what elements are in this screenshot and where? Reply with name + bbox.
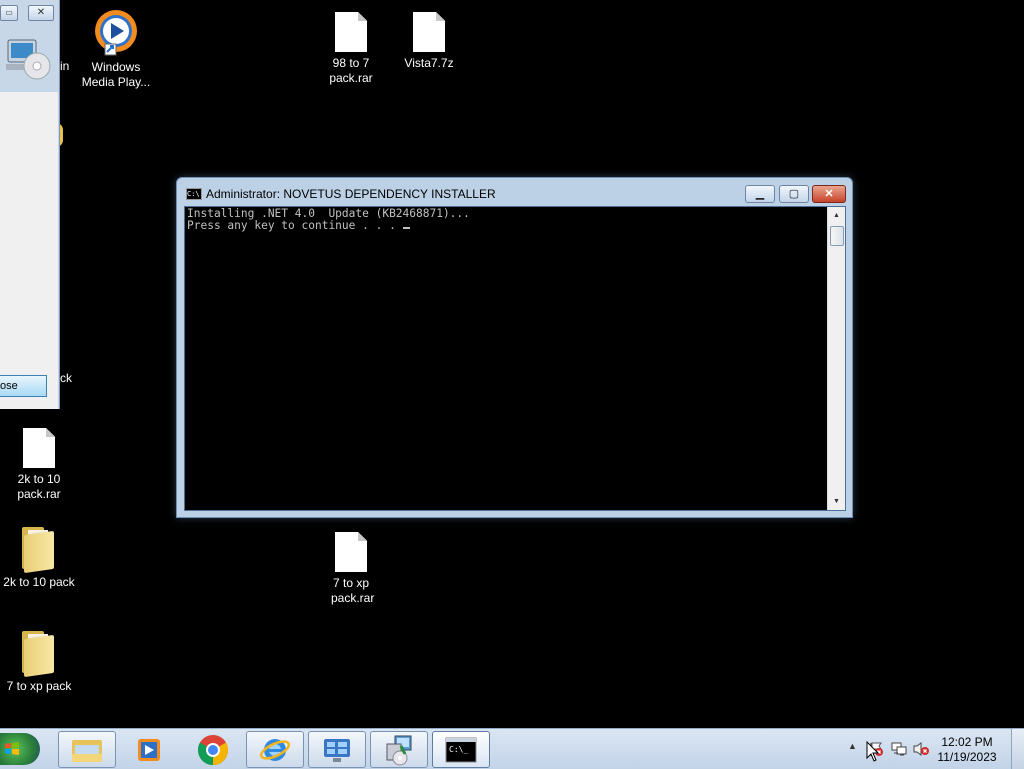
- close-button[interactable]: ose: [0, 375, 47, 397]
- file-icon: [335, 12, 367, 52]
- vertical-scrollbar[interactable]: ▲ ▼: [827, 207, 845, 510]
- file-icon: [335, 532, 367, 572]
- folder-icon: [22, 631, 56, 678]
- taskbar-item-internet-explorer[interactable]: [246, 731, 304, 768]
- scroll-down-arrow-icon[interactable]: ▼: [828, 493, 845, 510]
- desktop-icon-label: 7 to xp pack: [6, 679, 72, 693]
- desktop-icon-2k-to-10-pack[interactable]: 2k to 10 pack: [1, 527, 77, 590]
- start-button[interactable]: [0, 733, 40, 765]
- clock-date: 11/19/2023: [937, 750, 997, 764]
- network-icon[interactable]: [890, 741, 908, 757]
- disc-drive-icon: [6, 39, 51, 80]
- maximize-icon: ▢: [788, 188, 800, 200]
- console-window[interactable]: C:\ Administrator: NOVETUS DEPENDENCY IN…: [176, 177, 853, 518]
- desktop-icon-label: 2k to 10 pack: [3, 575, 75, 589]
- scrollbar-thumb[interactable]: [830, 226, 844, 246]
- taskbar-item-control-panel[interactable]: [308, 731, 366, 768]
- command-prompt-icon: C:\_: [445, 737, 477, 762]
- installer-icon: [386, 735, 412, 765]
- desktop-icon-label: 2k to 10 pack.rar: [17, 472, 61, 501]
- desktop-icon-label: 7 to xp pack.rar: [331, 576, 375, 605]
- console-line: Press any key to continue . . .: [187, 219, 403, 232]
- scroll-up-arrow-icon[interactable]: ▲: [828, 207, 845, 224]
- desktop-icon-98-to-7-pack-rar[interactable]: 98 to 7 pack.rar: [313, 12, 389, 86]
- taskbar-item-google-chrome[interactable]: [184, 731, 242, 768]
- maximize-button[interactable]: ▢: [779, 185, 809, 203]
- chrome-icon: [197, 734, 229, 765]
- window-client-area: [0, 92, 58, 409]
- taskbar-item-windows-media-player[interactable]: [121, 731, 179, 768]
- desktop-icon-label: Windows Media Play...: [81, 60, 151, 89]
- minimize-button[interactable]: ▁: [745, 185, 775, 203]
- file-icon: [413, 12, 445, 52]
- desktop-icon-windows-media-player[interactable]: Windows Media Play...: [78, 8, 154, 90]
- desktop-icon-vista7-7z[interactable]: Vista7.7z: [391, 12, 467, 71]
- mouse-pointer-icon: [866, 741, 880, 762]
- media-player-icon: [138, 738, 160, 761]
- notification-area: ▲ 12:02 PM 11/19/2023: [834, 729, 1024, 769]
- text-cursor: [402, 227, 410, 229]
- windows-media-player-icon: [95, 10, 137, 56]
- taskbar-item-installer[interactable]: [370, 731, 428, 768]
- taskbar-item-windows-explorer[interactable]: [58, 731, 116, 768]
- desktop-icon-label: Vista7.7z: [404, 56, 454, 70]
- console-titlebar[interactable]: C:\ Administrator: NOVETUS DEPENDENCY IN…: [177, 178, 852, 206]
- desktop-icon-2k-to-10-pack-rar[interactable]: 2k to 10 pack.rar: [1, 428, 77, 502]
- desktop-icon-7-to-xp-pack-rar[interactable]: 7 to xp pack.rar: [313, 532, 389, 606]
- console-output[interactable]: Installing .NET 4.0 Update (KB2468871)..…: [184, 206, 846, 511]
- internet-explorer-icon: [259, 738, 291, 761]
- desktop-icon-label: 98 to 7 pack.rar: [329, 56, 373, 85]
- window-close-button[interactable]: ✕: [28, 5, 54, 21]
- system-clock[interactable]: 12:02 PM 11/19/2023: [930, 735, 1004, 765]
- console-text: Installing .NET 4.0 Update (KB2468871)..…: [187, 208, 470, 232]
- volume-muted-icon[interactable]: [912, 741, 930, 757]
- partial-icon-label: in: [60, 59, 70, 73]
- partial-icon-label: ck: [60, 371, 72, 385]
- clock-time: 12:02 PM: [941, 735, 993, 749]
- window-title: Administrator: NOVETUS DEPENDENCY INSTAL…: [206, 187, 496, 201]
- control-panel-icon: [324, 738, 350, 762]
- show-desktop-button[interactable]: [1011, 729, 1024, 769]
- folder-icon: [22, 527, 56, 574]
- close-button[interactable]: ✕: [812, 185, 846, 203]
- svg-text:C:\_: C:\_: [449, 745, 468, 754]
- windows-logo-icon: [5, 742, 19, 755]
- minimize-icon: ▁: [755, 188, 765, 200]
- command-prompt-icon: C:\: [186, 188, 202, 200]
- taskbar-item-command-prompt[interactable]: C:\_: [432, 731, 490, 768]
- file-icon: [23, 428, 55, 468]
- folder-icon: [72, 739, 102, 762]
- partial-window[interactable]: ▭ ✕ ose: [0, 0, 60, 409]
- close-icon: ✕: [824, 188, 834, 200]
- show-hidden-icons-icon[interactable]: ▲: [848, 741, 857, 751]
- desktop-icon-7-to-xp-pack[interactable]: 7 to xp pack: [1, 631, 77, 694]
- window-restore-button[interactable]: ▭: [0, 5, 18, 21]
